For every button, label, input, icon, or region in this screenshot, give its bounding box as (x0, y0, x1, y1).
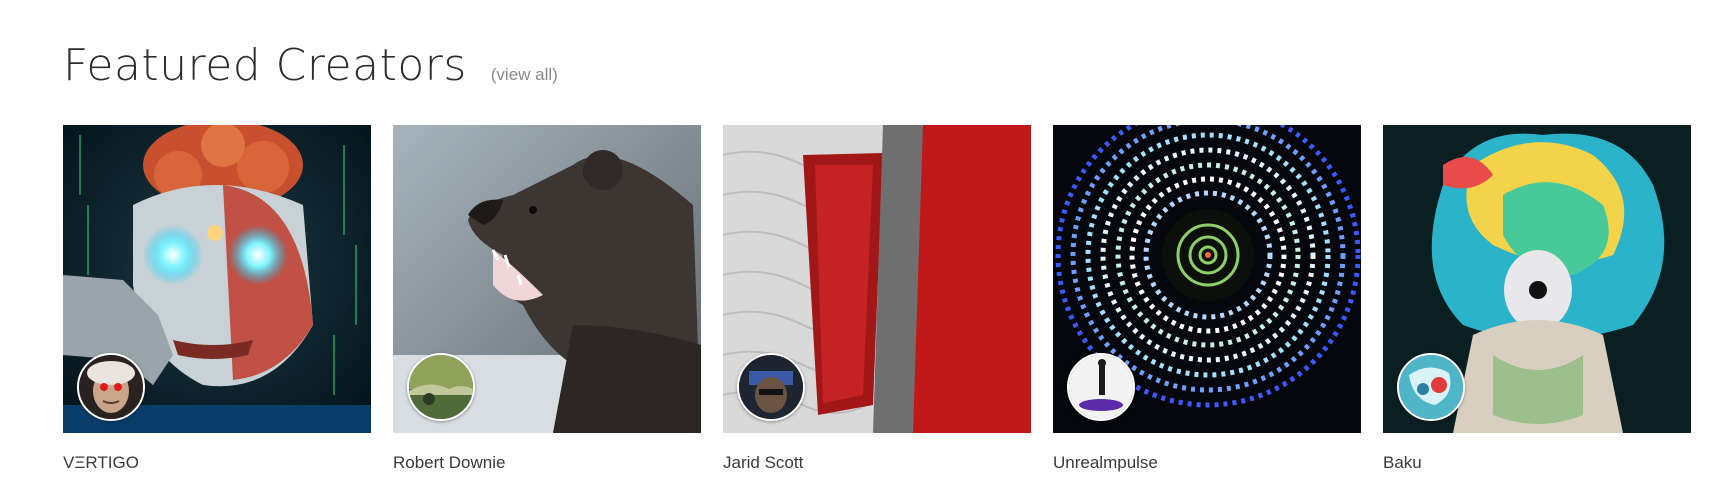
creator-thumbnail[interactable] (1383, 125, 1691, 433)
creator-name[interactable]: VΞRTIGO (63, 453, 371, 473)
teal-art-avatar-icon (1399, 355, 1463, 419)
dark-portrait-avatar-icon (739, 355, 803, 419)
creator-cards: VΞRTIGO Robert Downie Jarid Scott Unreal… (63, 125, 1691, 473)
creator-name[interactable]: Baku (1383, 453, 1691, 473)
creator-thumbnail[interactable] (723, 125, 1031, 433)
creator-card[interactable]: Baku (1383, 125, 1691, 473)
section-title: Featured Creators (63, 40, 467, 91)
creator-thumbnail[interactable] (393, 125, 701, 433)
creator-card[interactable]: Unrealmpulse (1053, 125, 1361, 473)
creator-name[interactable]: Robert Downie (393, 453, 701, 473)
featured-creators-section: Featured Creators (view all) VΞRTIGO Rob… (63, 0, 1709, 503)
creator-thumbnail[interactable] (1053, 125, 1361, 433)
landscape-avatar-icon (409, 355, 473, 419)
creator-avatar (1067, 353, 1135, 421)
section-header: Featured Creators (view all) (63, 44, 558, 88)
creator-avatar (77, 353, 145, 421)
creator-avatar (407, 353, 475, 421)
silhouette-figure-avatar-icon (1069, 355, 1133, 419)
creator-avatar (1397, 353, 1465, 421)
red-eyed-portrait-avatar-icon (79, 355, 143, 419)
creator-name[interactable]: Unrealmpulse (1053, 453, 1361, 473)
creator-card[interactable]: VΞRTIGO (63, 125, 371, 473)
creator-avatar (737, 353, 805, 421)
creator-card[interactable]: Robert Downie (393, 125, 701, 473)
creator-name[interactable]: Jarid Scott (723, 453, 1031, 473)
view-all-link[interactable]: (view all) (491, 65, 558, 85)
creator-thumbnail[interactable] (63, 125, 371, 433)
creator-card[interactable]: Jarid Scott (723, 125, 1031, 473)
